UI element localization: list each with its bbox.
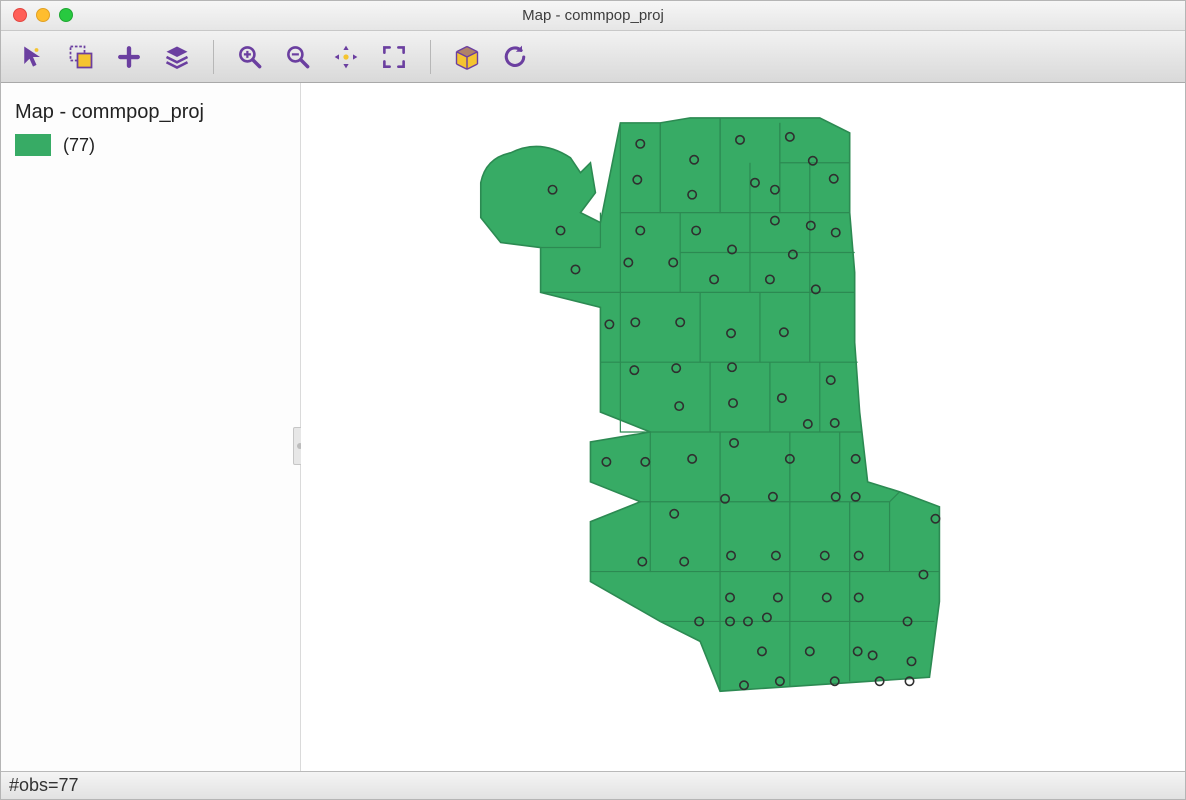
- refresh-button[interactable]: [493, 37, 537, 77]
- legend-panel: Map - commpop_proj (77): [1, 83, 301, 771]
- full-extent-button[interactable]: [372, 37, 416, 77]
- legend-swatch: [15, 134, 51, 156]
- pan-icon: [332, 43, 360, 71]
- window-controls: [13, 8, 73, 22]
- maximize-window-button[interactable]: [59, 8, 73, 22]
- layers-button[interactable]: [155, 37, 199, 77]
- invert-select-icon: [67, 43, 95, 71]
- titlebar: Map - commpop_proj: [1, 1, 1185, 31]
- invert-select-button[interactable]: [59, 37, 103, 77]
- toolbar-separator: [213, 40, 214, 74]
- map-canvas[interactable]: [301, 83, 1185, 771]
- window-title: Map - commpop_proj: [1, 7, 1185, 24]
- select-tool-button[interactable]: [11, 37, 55, 77]
- map-svg: [301, 83, 1185, 771]
- legend-title: Map - commpop_proj: [15, 101, 286, 124]
- zoom-in-icon: [236, 43, 264, 71]
- add-layer-icon: [115, 43, 143, 71]
- toolbar-separator: [430, 40, 431, 74]
- basemap-icon: [453, 43, 481, 71]
- minimize-window-button[interactable]: [36, 8, 50, 22]
- select-tool-icon: [19, 43, 47, 71]
- basemap-button[interactable]: [445, 37, 489, 77]
- layers-icon: [163, 43, 191, 71]
- zoom-out-icon: [284, 43, 312, 71]
- zoom-in-button[interactable]: [228, 37, 272, 77]
- toolbar: [1, 31, 1185, 83]
- full-extent-icon: [380, 43, 408, 71]
- obs-count: #obs=77: [9, 775, 79, 796]
- status-bar: #obs=77: [1, 771, 1185, 799]
- legend-item[interactable]: (77): [15, 134, 286, 156]
- pan-button[interactable]: [324, 37, 368, 77]
- close-window-button[interactable]: [13, 8, 27, 22]
- main-body: Map - commpop_proj (77): [1, 83, 1185, 771]
- zoom-out-button[interactable]: [276, 37, 320, 77]
- add-layer-button[interactable]: [107, 37, 151, 77]
- app-window: Map - commpop_proj: [0, 0, 1186, 800]
- legend-label: (77): [63, 135, 95, 156]
- refresh-icon: [501, 43, 529, 71]
